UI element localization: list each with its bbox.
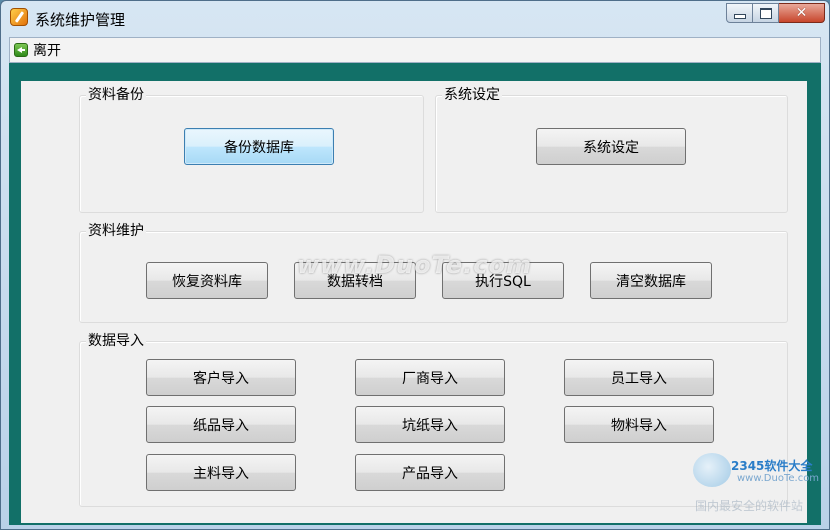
- maximize-icon: [759, 7, 772, 19]
- corrugated-import-button[interactable]: 坑纸导入: [355, 406, 505, 443]
- group-import: 数据导入 客户导入 厂商导入 员工导入 纸品导入 坑纸导入 物料导入 主料导入 …: [79, 332, 788, 507]
- backup-database-button[interactable]: 备份数据库: [184, 128, 334, 165]
- app-window: 系统维护管理 ✕ 离开 资料备份 备份数据库 系统设定 系统设定 资料维护 恢复…: [0, 0, 830, 530]
- group-settings-title: 系统设定: [442, 86, 502, 104]
- employee-import-button[interactable]: 员工导入: [564, 359, 714, 396]
- minimize-button[interactable]: [726, 3, 753, 23]
- title-bar[interactable]: 系统维护管理 ✕: [1, 1, 829, 34]
- close-icon: ✕: [795, 5, 808, 21]
- minimize-icon: [733, 13, 746, 19]
- group-settings: 系统设定 系统设定: [435, 86, 788, 213]
- clear-database-button[interactable]: 清空数据库: [590, 262, 712, 299]
- window-controls: ✕: [726, 3, 825, 25]
- exit-arrow-icon: [14, 43, 28, 57]
- restore-database-button[interactable]: 恢复资料库: [146, 262, 268, 299]
- paper-import-button[interactable]: 纸品导入: [146, 406, 296, 443]
- system-settings-button[interactable]: 系统设定: [536, 128, 686, 165]
- material-import-button[interactable]: 物料导入: [564, 406, 714, 443]
- maximize-button[interactable]: [753, 3, 779, 23]
- vendor-import-button[interactable]: 厂商导入: [355, 359, 505, 396]
- group-backup: 资料备份 备份数据库: [79, 86, 424, 213]
- close-button[interactable]: ✕: [779, 3, 825, 23]
- group-backup-title: 资料备份: [86, 86, 146, 104]
- window-title: 系统维护管理: [35, 11, 126, 29]
- main-panel: 资料备份 备份数据库 系统设定 系统设定 资料维护 恢复资料库 数据转档 执行S…: [21, 81, 807, 523]
- group-maintenance: 资料维护 恢复资料库 数据转档 执行SQL 清空数据库: [79, 222, 788, 323]
- data-convert-button[interactable]: 数据转档: [294, 262, 416, 299]
- main-material-import-button[interactable]: 主料导入: [146, 454, 296, 491]
- group-maintenance-title: 资料维护: [86, 222, 146, 240]
- group-import-title: 数据导入: [86, 332, 146, 350]
- product-import-button[interactable]: 产品导入: [355, 454, 505, 491]
- customer-import-button[interactable]: 客户导入: [146, 359, 296, 396]
- exit-label: 离开: [33, 43, 61, 59]
- app-logo-icon: [10, 8, 28, 26]
- toolbar: 离开: [9, 37, 821, 63]
- exit-button[interactable]: 离开: [14, 40, 61, 60]
- execute-sql-button[interactable]: 执行SQL: [442, 262, 564, 299]
